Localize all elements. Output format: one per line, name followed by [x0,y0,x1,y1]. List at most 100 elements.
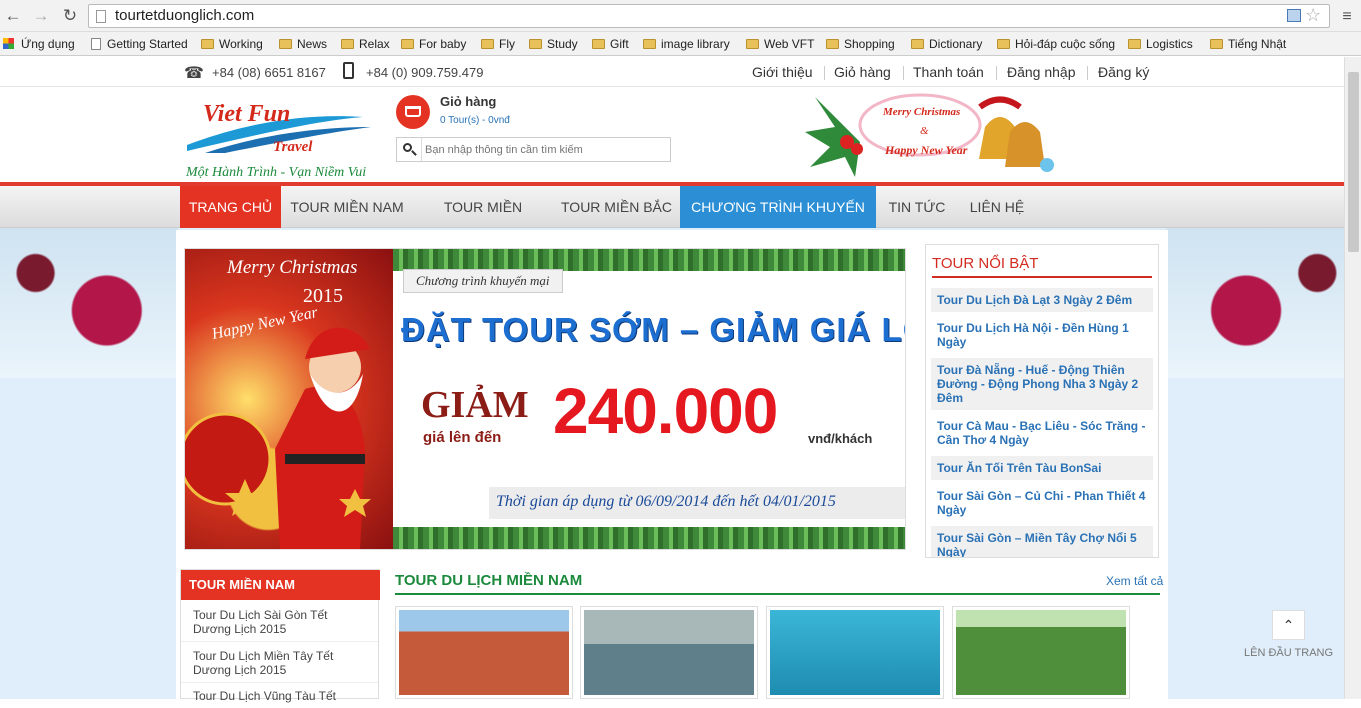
link-cart[interactable]: Giỏ hàng [834,64,891,80]
page-action-icon[interactable] [1287,9,1301,22]
featured-tour-link[interactable]: Tour Sài Gòn – Miền Tây Chợ Nổi 5 Ngày [931,526,1153,557]
back-icon[interactable]: ← [2,5,24,27]
apps-icon [3,38,14,49]
sidebar-title: TOUR MIỀN NAM [181,570,380,600]
view-all-link[interactable]: Xem tất cả [1106,574,1163,588]
nav-central-tours[interactable]: TOUR MIỀN TRUNG [418,186,548,257]
tour-thumbnail[interactable] [395,606,573,699]
bookmark-label: Logistics [1146,37,1193,51]
nav-south-tours[interactable]: TOUR MIỀN NAM [288,186,406,228]
bookmark-folder[interactable]: Fly [481,36,515,52]
greeting-line-1: Merry Christmas [883,106,961,118]
christmas-greeting: Merry Christmas & Happy New Year [785,87,1060,182]
divider [1087,66,1088,80]
logo-subtext: Travel [273,139,313,155]
bookmark-folder[interactable]: Logistics [1128,36,1193,52]
folder-icon [401,39,414,49]
promo-headline: ĐẶT TOUR SỚM – GIẢM GIÁ LỚN [401,311,906,348]
promo-discount-word: GIẢM [421,384,529,426]
link-register[interactable]: Đăng ký [1098,64,1149,80]
chevron-up-icon: ⌃ [1282,617,1295,633]
basket-icon[interactable] [396,95,430,129]
bookmark-label: Fly [499,37,515,51]
scrollbar-thumb[interactable] [1348,72,1359,252]
santa-icon [185,327,371,549]
featured-tour-link[interactable]: Tour Du Lịch Đà Lạt 3 Ngày 2 Đêm [931,288,1153,312]
page-icon [96,10,106,23]
logo-slogan: Một Hành Trình - Vạn Niềm Vui [186,165,367,180]
nav-home[interactable]: TRANG CHỦ [180,186,281,228]
folder-icon [201,39,214,49]
browser-toolbar: ← → ↻ tourtetduonglich.com ☆ ≡ [0,0,1361,32]
bookmark-folder[interactable]: Gift [592,36,629,52]
tour-photo-boat [584,610,754,695]
promo-amount: 240.000 [553,375,778,447]
featured-title-underline [932,276,1152,278]
star-icon[interactable]: ☆ [1305,4,1321,26]
search-box[interactable] [396,137,671,162]
bookmark-folder[interactable]: image library [643,36,730,52]
folder-icon [746,39,759,49]
top-info-bar: ☎ +84 (08) 6651 8167 +84 (0) 909.759.479… [0,57,1344,87]
link-login[interactable]: Đăng nhập [1007,64,1076,80]
logo-text: Viet Fun [203,101,291,127]
bookmark-folder[interactable]: Web VFT [746,36,814,52]
bookmark-folder[interactable]: Dictionary [911,36,982,52]
bookmark-label: News [297,37,328,51]
bookmark-label: Hỏi-đáp cuộc sống [1015,37,1116,51]
bookmark-folder[interactable]: Shopping [826,36,895,52]
link-about[interactable]: Giới thiệu [752,64,813,80]
promo-discount-sub: giá lên đến [423,429,502,446]
greeting-line-2: Happy New Year [885,143,968,157]
christmas-ornament-right [1166,228,1344,378]
search-input[interactable] [425,141,665,158]
back-to-top-label[interactable]: LÊN ĐẦU TRANG [1244,647,1333,659]
reload-icon[interactable]: ↻ [59,5,81,27]
sidebar-tour-link[interactable]: Tour Du Lịch Miền Tây Tết Dương Lịch 201… [181,644,378,683]
christmas-ornament-left [0,228,178,378]
bookmark-folder[interactable]: News [279,36,327,52]
tour-thumbnail[interactable] [580,606,758,699]
sidebar-tour-link[interactable]: Tour Du Lịch Sài Gòn Tết Dương Lịch 2015 [181,603,378,642]
bookmark-folder[interactable]: Relax [341,36,390,52]
cart-summary[interactable]: 0 Tour(s) - 0vnđ [440,115,510,126]
sidebar-tour-link[interactable]: Tour Du Lịch Vũng Tàu Tết [181,684,378,708]
nav-north-tours[interactable]: TOUR MIỀN BẮC [560,186,673,228]
bookmark-folder[interactable]: Working [201,36,263,52]
promo-text-area: Chương trình khuyến mại ĐẶT TOUR SỚM – G… [393,249,906,549]
folder-icon [997,39,1010,49]
address-bar[interactable]: tourtetduonglich.com ☆ [88,4,1330,28]
page-scrollbar[interactable] [1344,57,1361,699]
bookmark-folder[interactable]: Tiếng Nhật [1210,36,1286,52]
greeting-ampersand: & [920,125,929,137]
garland-top [393,249,905,271]
featured-tour-link[interactable]: Tour Du Lịch Hà Nội - Đền Hùng 1 Ngày [931,316,1153,354]
promo-banner[interactable]: Merry Christmas 2015 Happy New Year Chươ… [184,248,906,550]
nav-news[interactable]: TIN TỨC [884,186,950,228]
folder-icon [529,39,542,49]
featured-tour-link[interactable]: Tour Cà Mau - Bạc Liêu - Sóc Trăng - Cần… [931,414,1153,452]
nav-promotions[interactable]: CHƯƠNG TRÌNH KHUYẾN MẠI [680,186,876,257]
featured-tour-link[interactable]: Tour Sài Gòn – Củ Chi - Phan Thiết 4 Ngà… [931,484,1153,522]
santa-graphic: Merry Christmas 2015 Happy New Year [185,249,393,549]
apps-bookmark[interactable]: Ứng dụng [3,36,75,52]
bookmark-label: Study [547,37,578,51]
nav-contact[interactable]: LIÊN HỆ [962,186,1032,228]
back-to-top-button[interactable]: ⌃ [1272,610,1305,640]
tour-thumbnail[interactable] [766,606,944,699]
bookmark-folder[interactable]: Study [529,36,578,52]
menu-icon[interactable]: ≡ [1336,6,1358,28]
featured-tour-link[interactable]: Tour Ăn Tối Trên Tàu BonSai [931,456,1153,480]
folder-icon [643,39,656,49]
bookmark-getting-started[interactable]: Getting Started [91,36,188,52]
cart-title[interactable]: Giỏ hàng [440,94,496,109]
search-icon[interactable] [397,138,422,161]
forward-icon[interactable]: → [30,5,52,27]
site-logo[interactable]: Viet Fun Travel Một Hành Trình - Vạn Niề… [185,93,375,181]
tour-thumbnail[interactable] [952,606,1130,699]
link-checkout[interactable]: Thanh toán [913,64,984,80]
bookmark-folder[interactable]: Hỏi-đáp cuộc sống [997,36,1115,52]
bookmark-folder[interactable]: For baby [401,36,466,52]
featured-tour-link[interactable]: Tour Đà Nẵng - Huế - Động Thiên Đường - … [931,358,1153,410]
promo-period: Thời gian áp dụng từ 06/09/2014 đến hết … [496,493,836,510]
